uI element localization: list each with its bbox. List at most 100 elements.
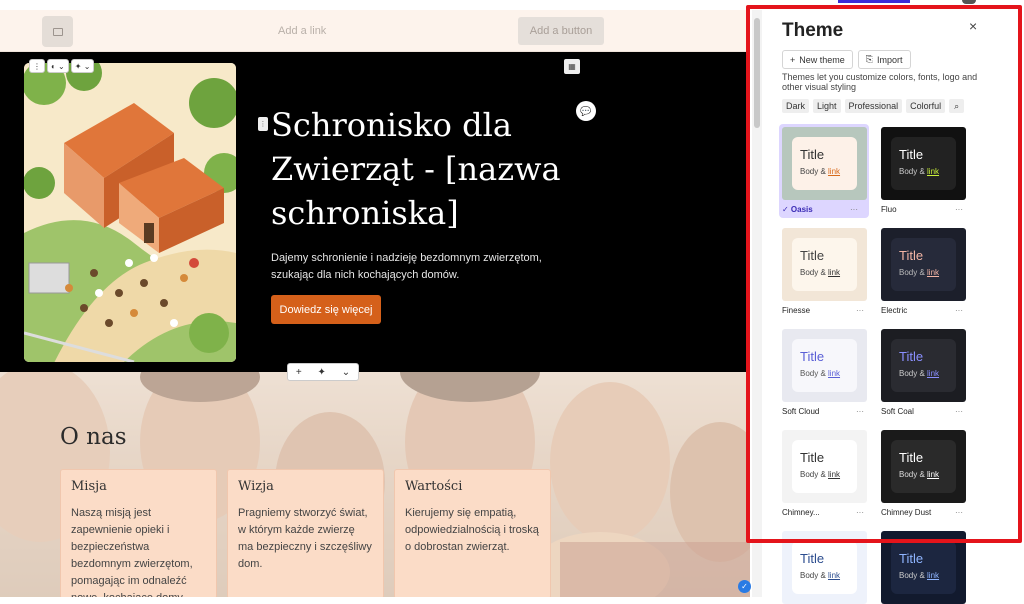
hero-section: ⋮ ◐ ⌄ ✦ ⌄ ⋮ Schronisko dla Zwierząt - [n… [0,52,750,372]
theme-card[interactable]: Title Body & link [881,531,971,604]
theme-preview: Title Body & link [881,228,966,301]
preview-body: Body & link [899,167,940,176]
preview-link: link [927,571,940,580]
theme-preview: Title Body & link [782,329,867,402]
preview-link: link [927,268,940,277]
filter-light[interactable]: Light [813,99,841,113]
chevron-down-icon[interactable]: ⌄ [342,367,350,378]
theme-card[interactable]: Title Body & link Electric ··· [881,228,971,316]
preview-title: Title [800,349,825,364]
preview-link: link [828,167,841,176]
more-options-icon[interactable]: ··· [955,508,963,517]
preview-body: Body & link [899,268,940,277]
panel-scrollbar[interactable] [1017,6,1024,597]
more-options-icon[interactable]: ··· [955,306,963,315]
block-handle-icon[interactable]: ⋮ [258,117,268,131]
hero-subtitle[interactable]: Dajemy schronienie i nadzieję bezdomnym … [271,250,561,284]
more-options-icon[interactable]: ··· [850,205,858,214]
ai-dropdown[interactable]: ✦ ⌄ [70,59,95,73]
card-heading: Wizja [238,479,274,494]
about-title[interactable]: O nas [60,424,127,450]
preview-title: Title [899,147,924,162]
preview-body: Body & link [899,369,940,378]
filter-colorful[interactable]: Colorful [906,99,946,113]
import-icon: ⎘ [865,54,873,64]
theme-preview: Title Body & link [881,531,966,604]
theme-name: ✓ Oasis ··· [782,205,858,214]
layout-icon[interactable]: ▦ [564,59,580,74]
card-mission[interactable]: Misja Naszą misją jest zapewnienie opiek… [60,469,217,597]
preview-body: Body & link [899,571,940,580]
theme-card[interactable]: Title Body & link ✓ Oasis ··· [779,124,869,218]
style-dropdown[interactable]: ◐ ⌄ [47,59,69,73]
card-body: Kierujemy się empatią, odpowiedzialności… [405,507,539,553]
theme-card[interactable]: Title Body & link Soft Cloud ··· [782,329,872,417]
preview-title: Title [899,349,924,364]
preview-link: link [828,369,841,378]
panel-title: Theme [782,20,844,41]
theme-preview: Title Body & link [881,329,966,402]
preview-title: Title [899,450,924,465]
preview-link: link [927,470,940,479]
theme-preview: Title Body & link [782,228,867,301]
theme-name: Finesse ··· [782,306,864,315]
theme-filters: Dark Light Professional Colorful ⌕ [782,99,965,113]
filter-professional[interactable]: Professional [844,99,903,113]
more-options-icon[interactable]: ··· [856,508,864,517]
card-vision[interactable]: Wizja Pragniemy stworzyć świat, w którym… [227,469,384,597]
canvas-scrollbar[interactable] [752,10,762,597]
image-icon [52,27,63,36]
theme-panel: Theme × + New theme ⎘ Import Themes let yo… [764,6,1024,604]
preview-link: link [828,470,841,479]
preview-body: Body & link [800,470,841,479]
more-options-icon[interactable]: ··· [955,205,963,214]
add-link-button[interactable]: Add a link [278,25,326,37]
hero-cta-button[interactable]: Dowiedz się więcej [271,295,381,324]
filter-dark[interactable]: Dark [782,99,810,113]
theme-preview: Title Body & link [782,531,867,604]
avatar[interactable] [962,0,976,4]
theme-card[interactable]: Title Body & link [782,531,872,604]
site-header: Add a link Add a button [0,10,750,52]
card-heading: Misja [71,479,107,494]
preview-link: link [927,167,940,176]
insert-block-bar: + ✦ ⌄ [287,363,359,381]
theme-card[interactable]: Title Body & link Chimney... ··· [782,430,872,518]
check-icon[interactable]: ✓ [738,580,751,593]
theme-name: Chimney Dust ··· [881,508,963,517]
shelter-illustration [24,63,236,362]
more-options-icon[interactable]: ··· [955,407,963,416]
search-icon[interactable]: ⌕ [949,99,965,113]
card-values[interactable]: Wartości Kierujemy się empatią, odpowied… [394,469,551,597]
hero-title[interactable]: Schronisko dla Zwierząt - [nazwa schroni… [271,103,601,235]
comment-icon[interactable]: 💬 [576,101,596,121]
theme-card[interactable]: Title Body & link Finesse ··· [782,228,872,316]
theme-card[interactable]: Title Body & link Chimney Dust ··· [881,430,971,518]
preview-link: link [927,369,940,378]
new-theme-button[interactable]: + New theme [782,50,853,69]
logo-placeholder[interactable] [42,16,73,47]
preview-body: Body & link [800,369,841,378]
ai-generate-icon[interactable]: ✦ [318,367,326,378]
close-icon[interactable]: × [969,18,977,34]
theme-name: Electric ··· [881,306,963,315]
theme-card[interactable]: Title Body & link Fluo ··· [881,127,971,215]
more-options-icon[interactable]: ··· [856,407,864,416]
theme-preview: Title Body & link [881,430,966,503]
hero-image[interactable] [24,63,236,362]
add-button-button[interactable]: Add a button [518,17,604,45]
top-accent-bar [838,0,910,3]
preview-title: Title [899,248,924,263]
more-options-icon[interactable]: ··· [856,306,864,315]
card-body: Naszą misją jest zapewnienie opieki i be… [71,507,193,597]
import-button[interactable]: ⎘ Import [857,50,911,69]
preview-title: Title [899,551,924,566]
plus-icon: + [790,54,796,65]
theme-card[interactable]: Title Body & link Soft Coal ··· [881,329,971,417]
drag-handle[interactable]: ⋮ [29,59,45,73]
card-heading: Wartości [405,479,463,494]
theme-preview: Title Body & link [782,127,867,200]
preview-link: link [828,571,841,580]
add-block-icon[interactable]: + [296,367,302,378]
preview-body: Body & link [800,167,841,176]
